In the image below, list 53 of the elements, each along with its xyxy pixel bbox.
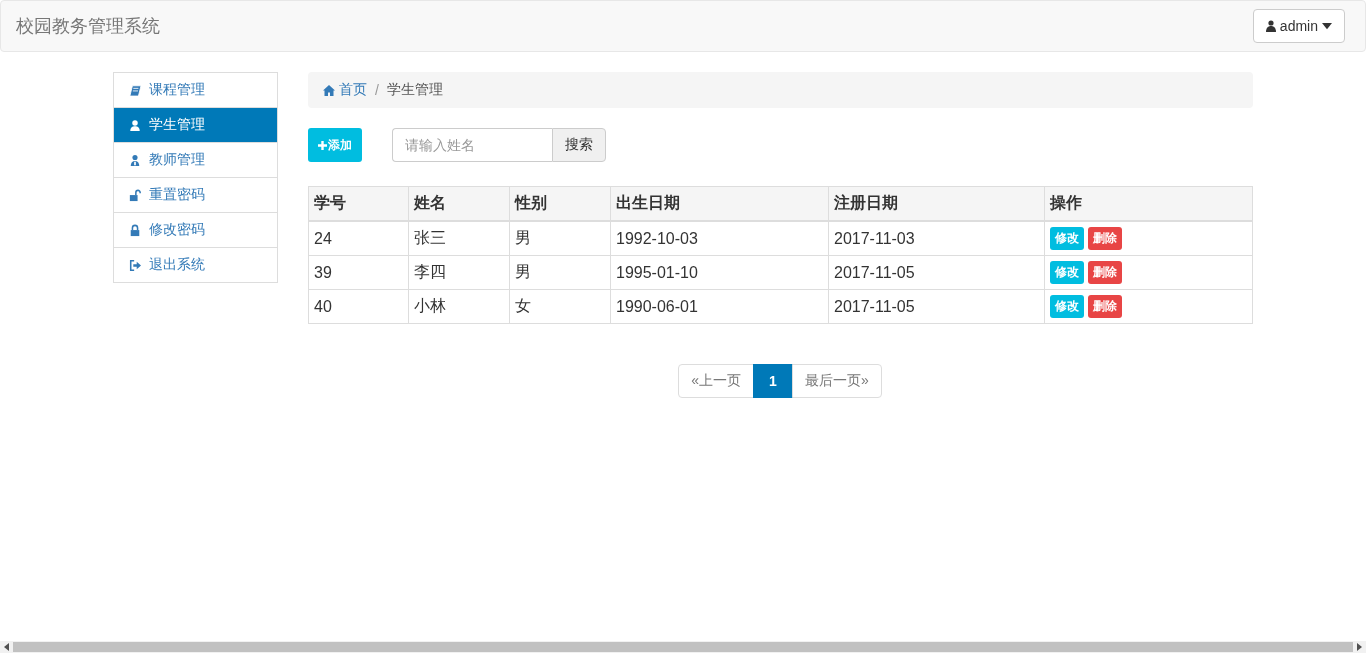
sidebar-item[interactable]: 教师管理 <box>114 143 277 178</box>
search-button[interactable]: 搜索 <box>552 128 606 162</box>
scrollbar-thumb[interactable] <box>13 642 1353 652</box>
sidebar-item[interactable]: 修改密码 <box>114 213 277 248</box>
unlock-icon <box>129 188 141 202</box>
delete-button[interactable]: 删除 <box>1088 261 1122 284</box>
table-cell: 24 <box>308 221 409 256</box>
sidebar-item[interactable]: 重置密码 <box>114 178 277 213</box>
page-link[interactable]: 最后一页» <box>791 364 882 398</box>
scroll-right-icon[interactable] <box>1357 643 1363 651</box>
user-menu-button[interactable]: admin <box>1252 9 1345 43</box>
delete-button[interactable]: 删除 <box>1088 227 1122 250</box>
caret-icon <box>1322 20 1332 32</box>
table-cell: 1992-10-03 <box>610 221 829 256</box>
logout-icon <box>129 258 141 272</box>
user-icon <box>1265 20 1276 32</box>
table-cell: 李四 <box>408 255 510 290</box>
table-cell: 男 <box>509 255 611 290</box>
table-cell: 张三 <box>408 221 510 256</box>
lock-icon <box>129 223 141 237</box>
table-cell: 女 <box>509 289 611 324</box>
page-link[interactable]: «上一页 <box>678 364 755 398</box>
page-link[interactable]: 1 <box>753 364 793 398</box>
sidebar-item[interactable]: 学生管理 <box>114 108 277 143</box>
column-header: 注册日期 <box>828 186 1045 221</box>
column-header: 操作 <box>1044 186 1253 221</box>
table-cell: 1990-06-01 <box>610 289 829 324</box>
home-link[interactable]: 首页 <box>323 81 367 99</box>
user-icon <box>129 118 141 132</box>
delete-button[interactable]: 删除 <box>1088 295 1122 318</box>
table-cell: 小林 <box>408 289 510 324</box>
sidebar-item[interactable]: 退出系统 <box>114 248 277 282</box>
column-header: 学号 <box>308 186 409 221</box>
home-icon <box>323 84 335 96</box>
book-icon <box>129 83 141 97</box>
table-cell: 男 <box>509 221 611 256</box>
horizontal-scrollbar[interactable] <box>0 641 1366 653</box>
scroll-left-icon[interactable] <box>3 643 9 651</box>
app-title: 校园教务管理系统 <box>16 15 160 38</box>
table-cell: 40 <box>308 289 409 324</box>
breadcrumb-current: 学生管理 <box>386 81 443 99</box>
column-header: 姓名 <box>408 186 510 221</box>
column-header: 出生日期 <box>610 186 829 221</box>
breadcrumb-separator: / <box>375 82 379 98</box>
table-cell: 39 <box>308 255 409 290</box>
table-cell: 2017-11-05 <box>828 289 1045 324</box>
table-cell: 2017-11-03 <box>828 221 1045 256</box>
table-cell: 2017-11-05 <box>828 255 1045 290</box>
plus-icon <box>318 140 327 150</box>
search-field[interactable]: 请输入姓名 <box>392 128 552 162</box>
column-header: 性别 <box>509 186 611 221</box>
teacher-icon <box>129 153 141 167</box>
table-cell: 1995-01-10 <box>610 255 829 290</box>
